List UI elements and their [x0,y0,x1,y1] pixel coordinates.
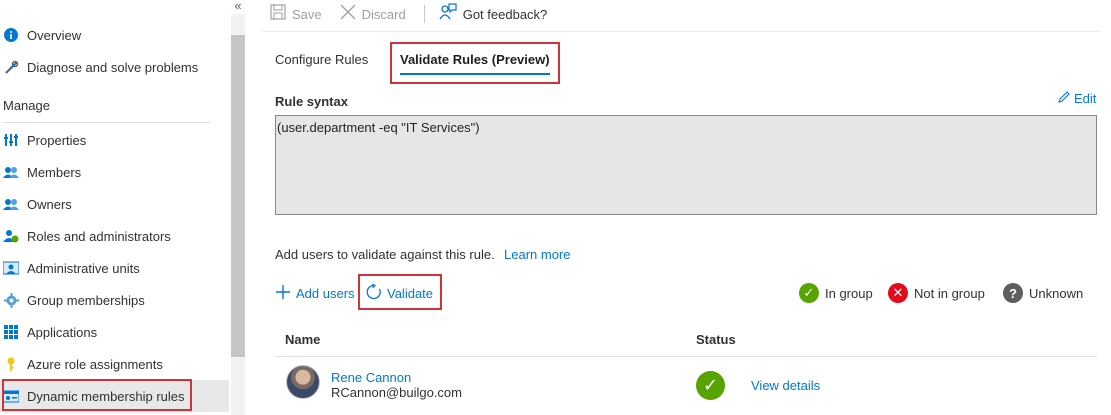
add-users-button[interactable]: Add users [275,284,355,302]
legend-unknown: ? Unknown [1003,283,1083,303]
discard-label: Discard [361,6,406,22]
legend-label: In group [825,285,873,301]
view-details-link[interactable]: View details [751,378,820,393]
sidebar-item-azure-role-assignments[interactable]: Azure role assignments [0,348,229,380]
sidebar-item-label: Group memberships [27,292,145,308]
question-icon: ? [1003,283,1023,303]
feedback-icon [439,3,457,25]
add-users-label: Add users [296,285,355,301]
feedback-button[interactable]: Got feedback? [439,3,548,25]
sidebar-item-label: Diagnose and solve problems [27,59,199,75]
owners-icon [3,196,19,212]
legend-label: Not in group [914,285,985,301]
user-email: RCannon@builgo.com [331,385,462,400]
command-bar: Save Discard Got feedback? [270,0,1100,28]
status-in-group-icon: ✓ [696,371,725,400]
sidebar-item-overview[interactable]: Overview [0,19,229,51]
sidebar-item-diagnose[interactable]: Diagnose and solve problems [0,51,229,83]
learn-more-link[interactable]: Learn more [504,247,570,262]
toolbar-divider [423,5,425,23]
sidebar-item-label: Owners [27,196,72,212]
section-heading-manage: Manage [3,98,50,113]
toolbar-divider-line [262,31,1100,32]
validation-description: Add users to validate against this rule. [275,247,495,262]
info-icon [3,27,19,43]
avatar [286,365,320,399]
sidebar-scrollbar-thumb[interactable] [231,35,245,357]
save-button[interactable]: Save [270,4,322,24]
sidebar-item-label: Roles and administrators [27,228,171,244]
column-header-name[interactable]: Name [285,332,320,347]
discard-button[interactable]: Discard [340,4,406,24]
sidebar-item-label: Overview [27,27,82,43]
roles-icon [3,228,19,244]
legend-label: Unknown [1029,285,1084,301]
section-divider [3,122,210,123]
table-header-divider [276,356,1097,357]
sidebar-item-members[interactable]: Members [0,156,229,188]
sidebar-item-properties[interactable]: Properties [0,124,229,156]
sidebar-item-applications[interactable]: Applications [0,316,229,348]
sidebar-nav: Overview Diagnose and solve problems Man… [0,0,229,415]
plus-icon [275,284,291,302]
edit-label: Edit [1074,91,1097,106]
pencil-icon [1058,91,1070,106]
legend-not-in-group: ✕ Not in group [888,283,985,303]
sidebar-item-label: Azure role assignments [27,356,163,372]
user-name-link[interactable]: Rene Cannon [331,370,411,385]
properties-icon [3,132,19,148]
collapse-sidebar-icon[interactable]: « [231,0,245,14]
sidebar-item-owners[interactable]: Owners [0,188,229,220]
sidebar-item-roles[interactable]: Roles and administrators [0,220,229,252]
feedback-label: Got feedback? [462,6,548,22]
sidebar-item-label: Administrative units [27,260,140,276]
applications-icon [3,324,19,340]
validate-highlight-box [358,274,442,310]
sidebar-item-label: Applications [27,324,98,340]
tab-highlight-box [390,42,560,84]
sidebar-item-group-memberships[interactable]: Group memberships [0,284,229,316]
admin-units-icon [3,260,19,276]
group-memberships-icon [3,292,19,308]
save-label: Save [292,6,322,22]
legend-in-group: ✓ In group [799,283,873,303]
wrench-icon [3,59,19,75]
tab-configure-rules[interactable]: Configure Rules [275,52,368,67]
sidebar-item-label: Members [27,164,82,180]
sidebar-item-admin-units[interactable]: Administrative units [0,252,229,284]
x-icon: ✕ [888,283,908,303]
save-icon [270,4,286,24]
column-header-status[interactable]: Status [696,332,736,347]
members-icon [3,164,19,180]
close-icon [340,4,356,24]
rule-syntax-textbox: (user.department -eq "IT Services") [275,115,1097,215]
rule-syntax-label: Rule syntax [275,94,348,109]
sidebar-item-label: Properties [27,132,87,148]
edit-rule-button[interactable]: Edit [1058,91,1096,106]
key-icon [3,356,19,372]
check-icon: ✓ [799,283,819,303]
selected-item-highlight [2,379,192,411]
